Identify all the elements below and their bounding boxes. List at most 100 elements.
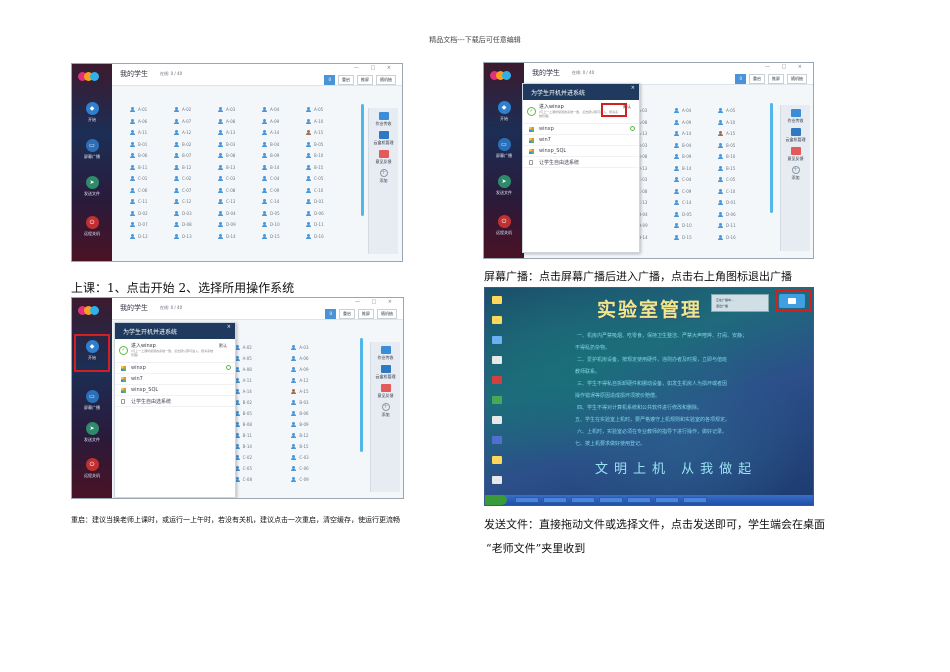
desktop-icon[interactable]: [490, 296, 504, 304]
student-item[interactable]: A-09: [291, 364, 348, 375]
homework-button[interactable]: 作业传收: [781, 109, 810, 124]
os-option-winxp[interactable]: winxp: [115, 363, 235, 374]
student-item[interactable]: A-07: [174, 116, 218, 128]
student-item[interactable]: C-14: [262, 196, 306, 208]
taskbar-item[interactable]: [683, 497, 707, 503]
nav-start[interactable]: ◆ 开始: [72, 102, 112, 123]
window-controls[interactable]: — □ ×: [765, 64, 807, 70]
student-item[interactable]: C-04: [262, 173, 306, 185]
student-item[interactable]: A-06: [130, 116, 174, 128]
restart-button[interactable]: 重启: [749, 74, 765, 84]
student-item[interactable]: D-06: [718, 209, 762, 221]
student-item[interactable]: C-05: [718, 174, 762, 186]
window-controls[interactable]: — □ ×: [355, 299, 397, 305]
restart-button[interactable]: 重启: [339, 309, 355, 319]
student-item[interactable]: A-15: [306, 127, 350, 139]
grid-view-button[interactable]: 0: [324, 75, 335, 85]
os-option-win7[interactable]: win7: [115, 374, 235, 385]
random-pick-button[interactable]: 随机抽: [377, 309, 397, 319]
student-item[interactable]: D-16: [306, 231, 350, 243]
student-item[interactable]: D-14: [218, 231, 262, 243]
student-item[interactable]: D-05: [674, 209, 718, 221]
student-item[interactable]: B-08: [234, 419, 292, 430]
scrollbar[interactable]: [770, 103, 773, 213]
student-item[interactable]: A-02: [174, 104, 218, 116]
student-item[interactable]: D-04: [218, 208, 262, 220]
student-item[interactable]: D-15: [674, 232, 718, 244]
student-item[interactable]: C-05: [306, 173, 350, 185]
student-item[interactable]: B-15: [306, 162, 350, 174]
restart-button[interactable]: 重启: [338, 75, 354, 85]
student-item[interactable]: D-12: [130, 231, 174, 243]
student-item[interactable]: D-09: [218, 219, 262, 231]
student-item[interactable]: B-05: [306, 139, 350, 151]
student-item[interactable]: A-05: [234, 353, 292, 364]
student-item[interactable]: A-04: [262, 104, 306, 116]
os-option-winxp-sql[interactable]: winxp_SQL: [115, 385, 235, 396]
student-item[interactable]: B-04: [262, 139, 306, 151]
student-item[interactable]: C-02: [234, 452, 292, 463]
close-icon[interactable]: ×: [227, 324, 231, 330]
student-item[interactable]: B-06: [291, 408, 348, 419]
taskbar-item[interactable]: [543, 497, 567, 503]
student-item[interactable]: B-10: [306, 150, 350, 162]
student-item[interactable]: B-09: [262, 150, 306, 162]
student-item[interactable]: B-04: [674, 140, 718, 152]
student-item[interactable]: B-10: [718, 151, 762, 163]
desktop-icon[interactable]: [490, 356, 504, 364]
student-item[interactable]: D-16: [718, 232, 762, 244]
student-item[interactable]: B-09: [674, 151, 718, 163]
student-item[interactable]: B-02: [174, 139, 218, 151]
student-item[interactable]: B-14: [674, 163, 718, 175]
student-item[interactable]: B-02: [234, 397, 292, 408]
nav-shutdown[interactable]: ⏻ 远程关机: [484, 215, 524, 236]
student-item[interactable]: D-15: [262, 231, 306, 243]
student-item[interactable]: B-11: [234, 430, 292, 441]
add-button[interactable]: + 添加: [369, 169, 398, 184]
student-item[interactable]: A-14: [234, 386, 292, 397]
student-item[interactable]: A-08: [218, 116, 262, 128]
os-option-free-choice[interactable]: 让学生自由选系统: [115, 396, 235, 407]
student-item[interactable]: B-15: [291, 441, 348, 452]
student-item[interactable]: B-13: [218, 162, 262, 174]
window-controls[interactable]: — □ ×: [354, 65, 396, 71]
student-item[interactable]: B-01: [130, 139, 174, 151]
nav-broadcast[interactable]: ▭ 屏幕广播: [72, 390, 112, 411]
student-item[interactable]: C-06: [130, 185, 174, 197]
taskbar-item[interactable]: [627, 497, 651, 503]
desktop-icon[interactable]: [490, 376, 504, 384]
nav-broadcast[interactable]: ▭ 屏幕广播: [484, 138, 524, 159]
student-item[interactable]: C-07: [174, 185, 218, 197]
student-item[interactable]: A-03: [218, 104, 262, 116]
student-item[interactable]: A-05: [306, 104, 350, 116]
student-item[interactable]: C-09: [262, 185, 306, 197]
student-item[interactable]: B-05: [718, 140, 762, 152]
student-item[interactable]: C-03: [291, 452, 348, 463]
taskbar-item[interactable]: [571, 497, 595, 503]
student-item[interactable]: B-15: [718, 163, 762, 175]
feedback-button[interactable]: 意见反馈: [781, 147, 810, 162]
student-item[interactable]: C-06: [291, 463, 348, 474]
os-option-winxp-sql[interactable]: winxp_SQL: [523, 146, 639, 157]
start-button[interactable]: [485, 495, 507, 505]
student-item[interactable]: A-09: [674, 117, 718, 129]
scrollbar[interactable]: [361, 104, 364, 216]
student-item[interactable]: A-12: [291, 375, 348, 386]
student-item[interactable]: A-10: [718, 117, 762, 129]
student-item[interactable]: B-12: [174, 162, 218, 174]
grid-view-button[interactable]: 0: [735, 74, 746, 84]
add-button[interactable]: + 添加: [371, 403, 400, 418]
default-button[interactable]: 默认: [219, 343, 227, 349]
student-item[interactable]: A-15: [718, 128, 762, 140]
student-item[interactable]: A-12: [174, 127, 218, 139]
student-item[interactable]: D-13: [174, 231, 218, 243]
student-item[interactable]: C-14: [674, 197, 718, 209]
desktop-icon[interactable]: [490, 456, 504, 464]
feedback-button[interactable]: 意见反馈: [369, 150, 398, 165]
os-option-winxp[interactable]: winxp: [523, 124, 639, 135]
student-item[interactable]: B-14: [234, 441, 292, 452]
student-item[interactable]: A-04: [674, 105, 718, 117]
student-item[interactable]: C-08: [218, 185, 262, 197]
desktop-icon[interactable]: [490, 436, 504, 444]
student-item[interactable]: C-08: [234, 474, 292, 485]
